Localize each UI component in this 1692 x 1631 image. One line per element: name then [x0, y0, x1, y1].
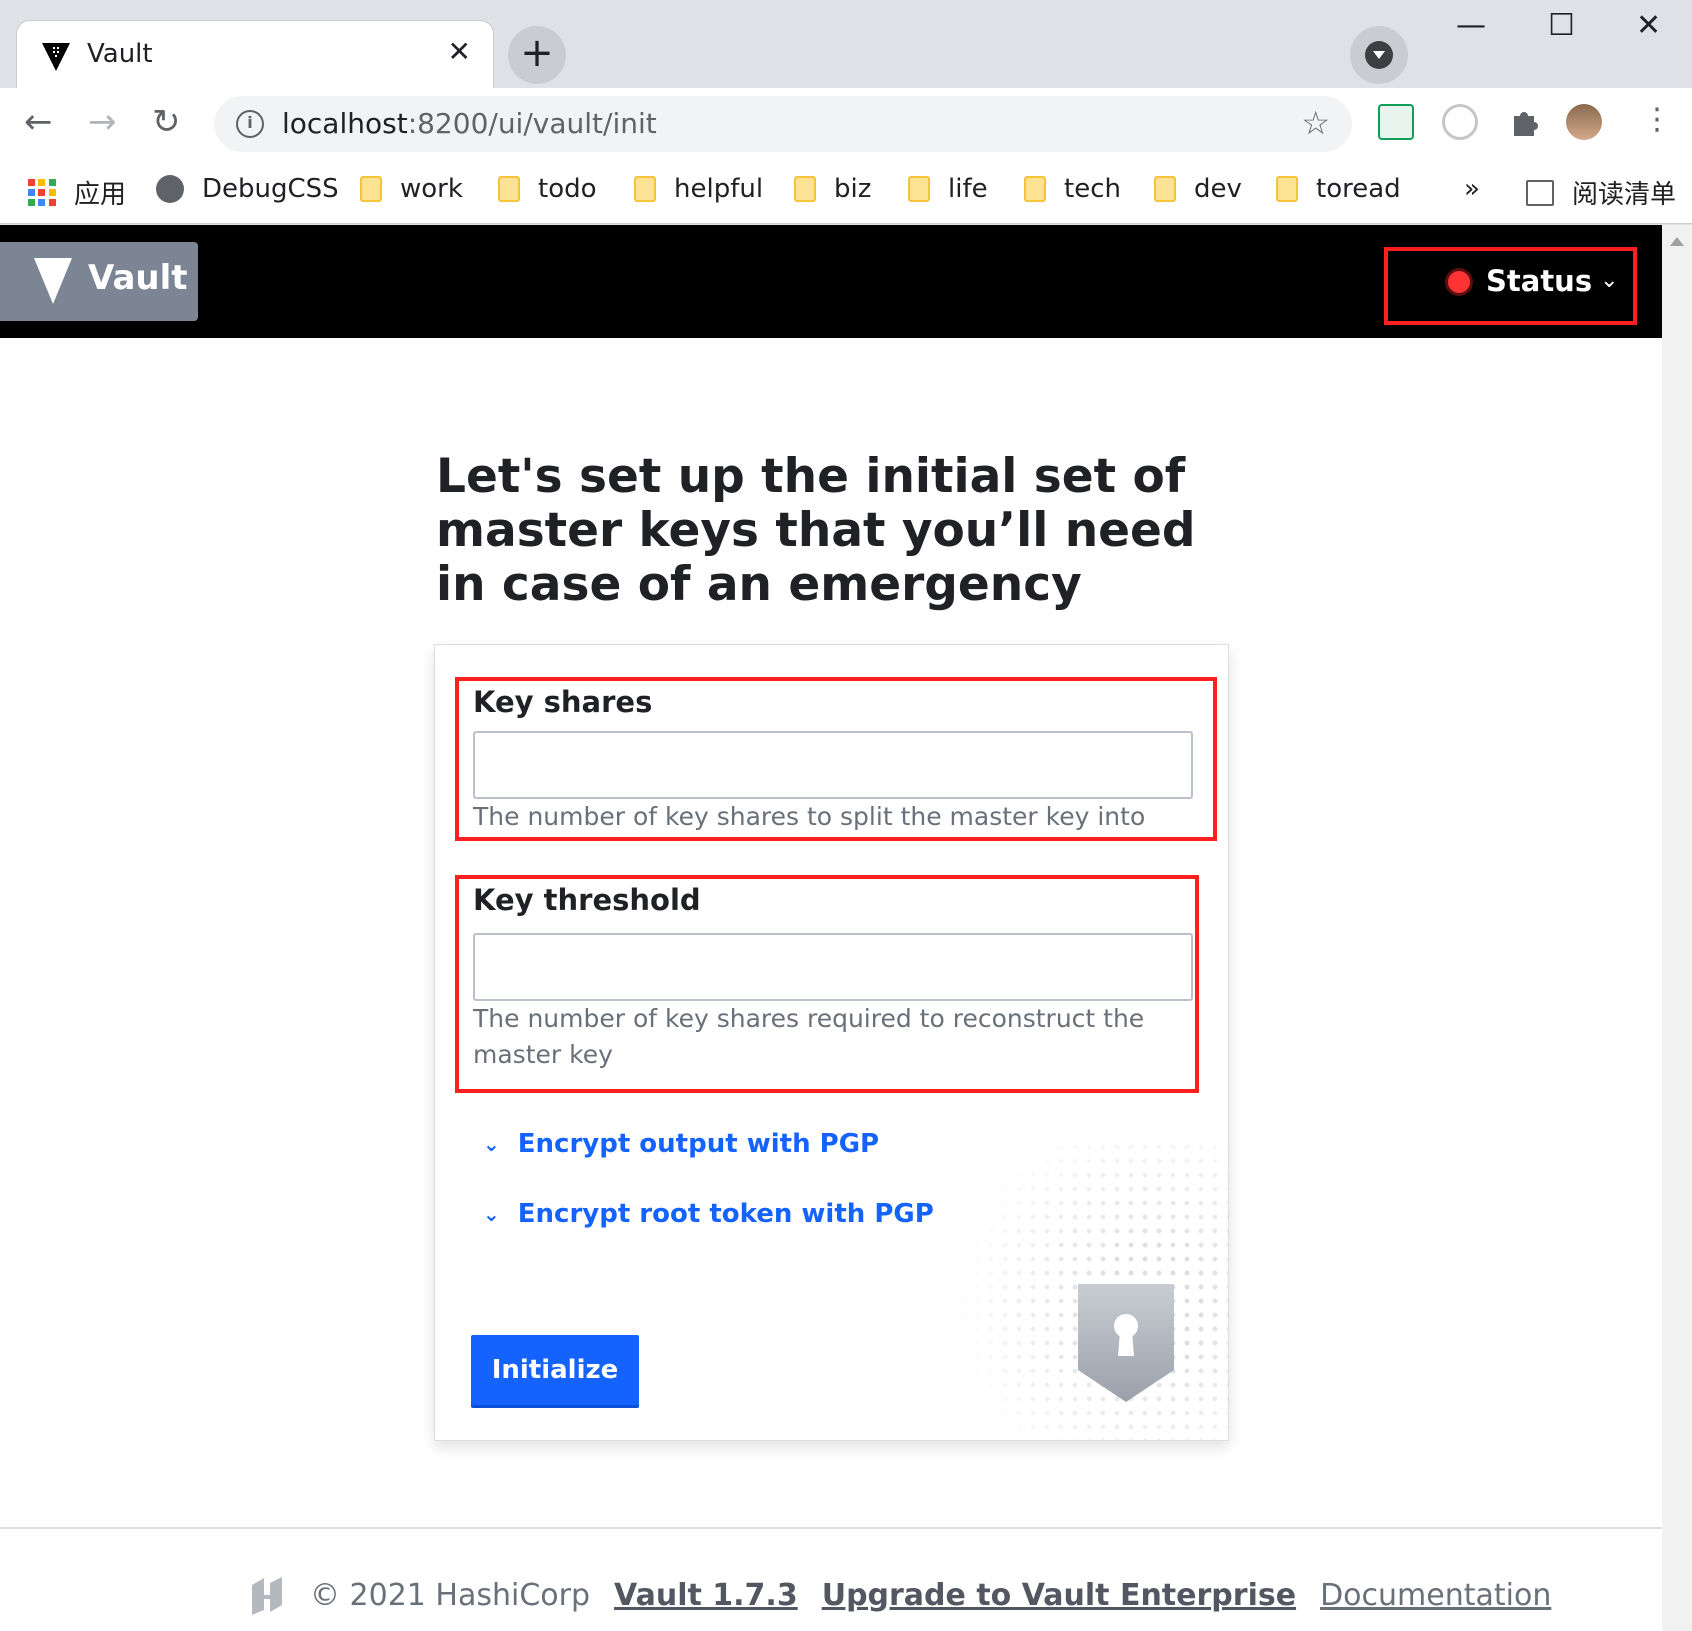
bookmark-label: biz [834, 174, 872, 204]
close-window-button[interactable]: ✕ [1636, 8, 1661, 43]
vault-favicon-icon [42, 43, 70, 71]
bookmark-todo[interactable]: todo [498, 174, 597, 204]
browser-menu-icon[interactable]: ⋮ [1642, 102, 1672, 137]
bookmark-debugcss[interactable]: DebugCSS [156, 174, 339, 204]
bookmark-label: 应用 [74, 180, 127, 210]
address-bar[interactable]: i localhost:8200/ui/vault/init ☆ [214, 96, 1352, 152]
key-shares-field: Key shares The number of key shares to s… [455, 677, 1217, 841]
status-indicator-icon [1448, 271, 1470, 293]
folder-icon [1276, 176, 1298, 202]
documentation-link[interactable]: Documentation [1320, 1578, 1551, 1613]
bookmark-work[interactable]: work [360, 174, 463, 204]
browser-chrome: Vault ✕ + — ☐ ✕ ← → ↻ i localhost:8200/u… [0, 0, 1692, 225]
folder-icon [1154, 176, 1176, 202]
key-shares-input[interactable] [473, 731, 1193, 799]
folder-icon [1024, 176, 1046, 202]
forward-button[interactable]: → [88, 102, 117, 142]
bookmark-toread[interactable]: toread [1276, 174, 1401, 204]
footer-divider [0, 1527, 1662, 1529]
key-threshold-input[interactable] [473, 933, 1193, 1001]
bookmark-apps[interactable]: 应用 [28, 174, 126, 211]
initialize-button[interactable]: Initialize [471, 1335, 639, 1405]
folder-icon [908, 176, 930, 202]
status-menu-button[interactable]: Status ⌄ [1384, 247, 1637, 325]
key-shares-help: The number of key shares to split the ma… [473, 802, 1146, 831]
brand-text: Vault [88, 258, 188, 298]
chevron-down-icon [1365, 41, 1393, 69]
bookmark-label: life [948, 174, 988, 204]
minimize-button[interactable]: — [1456, 8, 1486, 43]
extension-icon[interactable] [1378, 104, 1414, 140]
bookmarks-bar: 应用 DebugCSS work todo helpful biz life t… [0, 160, 1692, 224]
page: Vault Status ⌄ Let's set up the initial … [0, 225, 1662, 1631]
more-bookmarks-button[interactable]: » [1464, 174, 1480, 204]
bookmark-label: todo [538, 174, 597, 204]
bookmark-star-icon[interactable]: ☆ [1301, 104, 1330, 142]
apps-grid-icon [28, 178, 56, 207]
bookmark-label: tech [1064, 174, 1121, 204]
bookmark-dev[interactable]: dev [1154, 174, 1242, 204]
copyright-text: © 2021 HashiCorp [310, 1577, 591, 1613]
vault-version-link[interactable]: Vault 1.7.3 [614, 1578, 798, 1613]
globe-icon [156, 175, 184, 203]
hashicorp-logo-icon [252, 1577, 282, 1615]
url-text[interactable]: localhost:8200/ui/vault/init [282, 107, 657, 140]
key-threshold-help: The number of key shares required to rec… [473, 1004, 1145, 1069]
bookmark-helpful[interactable]: helpful [634, 174, 763, 204]
profile-avatar[interactable] [1566, 104, 1602, 140]
toggle-label: Encrypt output with PGP [517, 1129, 880, 1159]
tab-title: Vault [87, 39, 153, 69]
chevron-down-icon: ⌄ [1600, 268, 1619, 293]
key-threshold-label: Key threshold [473, 883, 701, 917]
page-scrollbar[interactable] [1662, 225, 1692, 1631]
folder-icon [498, 176, 520, 202]
scroll-up-icon[interactable] [1670, 237, 1684, 246]
bookmark-label: dev [1194, 174, 1242, 204]
bookmark-label: toread [1316, 174, 1401, 204]
key-shares-label: Key shares [473, 685, 653, 719]
folder-icon [634, 176, 656, 202]
status-label: Status [1486, 264, 1593, 298]
site-info-icon[interactable]: i [236, 110, 264, 138]
tab-close-icon[interactable]: ✕ [448, 35, 471, 68]
vault-logo-icon [34, 258, 72, 304]
key-threshold-field: Key threshold The number of key shares r… [455, 875, 1199, 1093]
init-form-card: Key shares The number of key shares to s… [434, 644, 1229, 1441]
maximize-button[interactable]: ☐ [1548, 8, 1575, 43]
folder-icon [360, 176, 382, 202]
encrypt-root-token-pgp-toggle[interactable]: ⌄ Encrypt root token with PGP [483, 1199, 934, 1229]
upgrade-enterprise-link[interactable]: Upgrade to Vault Enterprise [822, 1578, 1296, 1613]
bookmark-life[interactable]: life [908, 174, 988, 204]
browser-toolbar: ← → ↻ i localhost:8200/ui/vault/init ☆ ⋮ [0, 88, 1692, 160]
bookmark-biz[interactable]: biz [794, 174, 871, 204]
shield-keyhole-icon [1078, 1284, 1174, 1402]
chevron-down-icon: ⌄ [483, 1202, 500, 1226]
footer: © 2021 HashiCorp Vault 1.7.3 Upgrade to … [248, 1575, 1551, 1615]
browser-tab[interactable]: Vault ✕ [16, 20, 494, 88]
bookmark-label: DebugCSS [202, 174, 339, 204]
page-title: Let's set up the initial set of master k… [436, 449, 1196, 612]
reading-list-icon [1526, 179, 1554, 206]
folder-icon [794, 176, 816, 202]
bookmark-label: helpful [674, 174, 764, 204]
tab-search-button[interactable] [1350, 26, 1408, 84]
reading-list-button[interactable]: 阅读清单 [1526, 174, 1676, 211]
encrypt-output-pgp-toggle[interactable]: ⌄ Encrypt output with PGP [483, 1129, 879, 1159]
vault-home-link[interactable]: Vault [0, 242, 198, 321]
reading-list-label: 阅读清单 [1572, 180, 1677, 210]
bookmark-tech[interactable]: tech [1024, 174, 1121, 204]
new-tab-button[interactable]: + [508, 26, 566, 84]
back-button[interactable]: ← [24, 102, 53, 142]
puzzle-extensions-icon[interactable] [1506, 104, 1542, 140]
top-navbar: Vault Status ⌄ [0, 225, 1662, 338]
toggle-label: Encrypt root token with PGP [517, 1199, 934, 1229]
reload-button[interactable]: ↻ [152, 102, 181, 142]
bookmark-label: work [400, 174, 463, 204]
extension-circle-icon[interactable] [1442, 104, 1478, 140]
chevron-down-icon: ⌄ [483, 1132, 500, 1156]
